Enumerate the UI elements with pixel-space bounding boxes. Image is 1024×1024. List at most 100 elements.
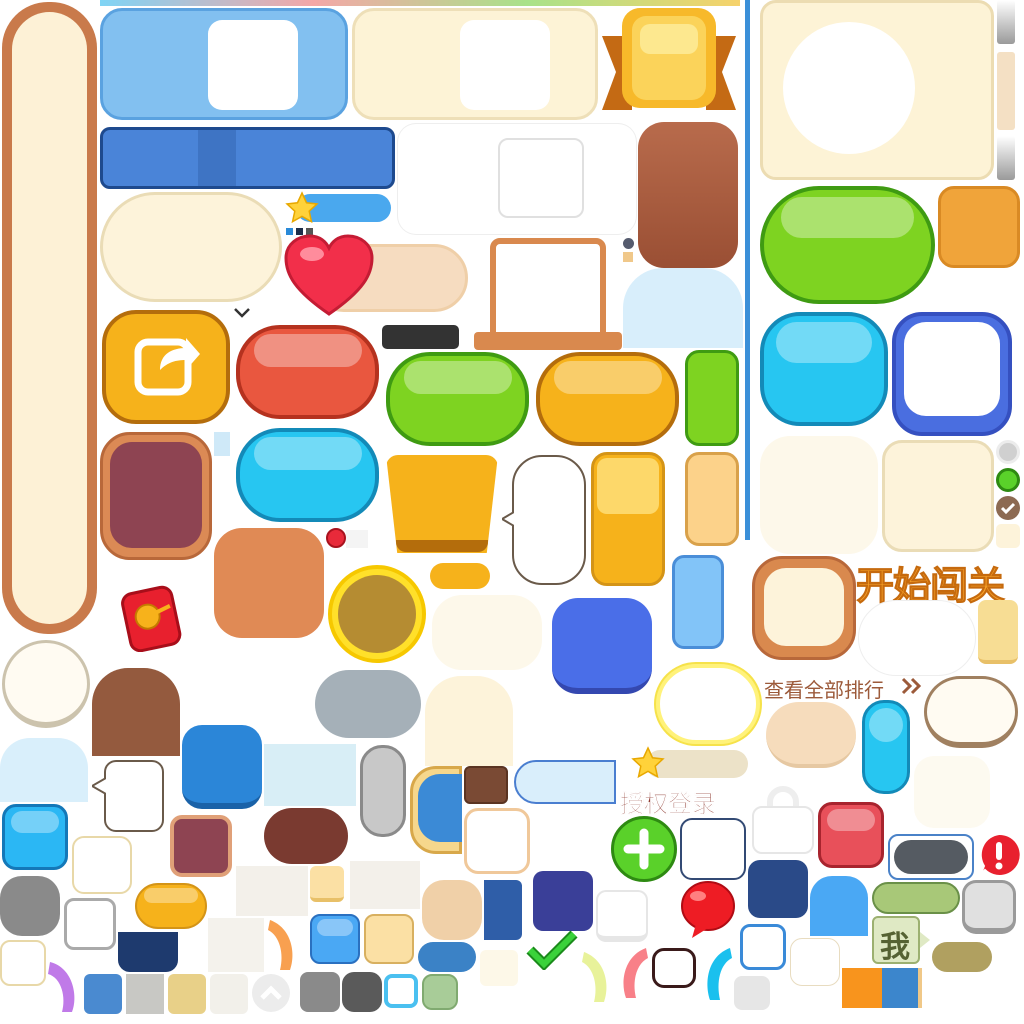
- cream-soft-tab: [760, 436, 878, 554]
- view-all-rankings-link[interactable]: 查看全部排行: [764, 674, 884, 703]
- tiny-tan: [623, 252, 633, 262]
- olive-pill: [872, 882, 960, 914]
- navy-square-button[interactable]: [748, 860, 808, 918]
- cyan-tall-pill[interactable]: [862, 700, 910, 794]
- orange-arc: [266, 918, 298, 972]
- checkmark-icon[interactable]: [996, 496, 1020, 520]
- white-gray-square: [64, 898, 116, 950]
- light-gray-tile: [734, 976, 770, 1010]
- chevron-up-button[interactable]: [252, 974, 290, 1012]
- tan-small-tab[interactable]: [685, 452, 739, 546]
- orange-square-tile[interactable]: [938, 186, 1020, 268]
- red-square-button[interactable]: [818, 802, 884, 868]
- blue-square-swatch: [882, 968, 918, 1008]
- white-panel-3: [208, 918, 264, 972]
- white-small-frame: [498, 138, 584, 218]
- cream-outlined-pill: [924, 676, 1018, 748]
- star-icon-2: [630, 745, 666, 781]
- pink-arc: [614, 946, 650, 1000]
- orange-tall-tab-highlight: [597, 458, 659, 514]
- orange-small-pill: [430, 563, 490, 589]
- beige-panel-2: [350, 861, 420, 909]
- cream-circle-button[interactable]: [2, 640, 90, 728]
- cream-tiny-square: [480, 950, 518, 986]
- olive-brown-pill: [932, 942, 992, 972]
- dark-brown-oval: [264, 808, 348, 864]
- cream-fade-panel: [432, 595, 542, 670]
- chevron-down-icon: [232, 306, 252, 320]
- blue-square-button[interactable]: [182, 725, 262, 809]
- cyan-big-button[interactable]: [760, 312, 888, 426]
- gray-capsule-button[interactable]: [360, 745, 406, 837]
- blue-bar-segment: [198, 130, 236, 186]
- brown-tall-button[interactable]: [638, 122, 738, 268]
- brown-frame: [474, 238, 622, 350]
- cyan-square-button[interactable]: [2, 804, 68, 870]
- cream-frame-window: [460, 20, 550, 110]
- green-radio-icon[interactable]: [996, 468, 1020, 492]
- tiny-dot: [623, 238, 634, 249]
- orange-big-tile[interactable]: [214, 528, 324, 638]
- gray-strip-2: [997, 136, 1015, 180]
- cyan-arc: [698, 946, 734, 1002]
- tan-small-button[interactable]: [364, 914, 414, 964]
- top-stripe-strip: [100, 0, 740, 6]
- cream-arch-panel: [425, 676, 513, 766]
- white-outline-square-2: [752, 806, 814, 854]
- exclamation-icon: [976, 832, 1022, 878]
- green-big-button-gloss: [764, 190, 931, 300]
- red-envelope-icon[interactable]: [118, 584, 184, 653]
- blue-tile-button[interactable]: [552, 598, 652, 694]
- light-blue-flag-bar: [514, 760, 616, 804]
- pale-blue-panel: [264, 744, 356, 806]
- white-oval-panel: [858, 600, 976, 676]
- gray-tile-row-2: [300, 972, 340, 1012]
- orange-cup-tab[interactable]: [386, 455, 498, 553]
- heart-icon: [284, 234, 374, 318]
- speech-bubble-square-tail: [89, 777, 107, 795]
- gray-pill: [315, 670, 421, 738]
- double-chevron-right-icon[interactable]: [900, 676, 922, 696]
- cream-outline-square: [72, 836, 132, 894]
- light-blue-tall-tab[interactable]: [672, 555, 724, 649]
- blue-pill-small: [418, 942, 476, 972]
- plus-button[interactable]: [611, 816, 677, 882]
- cyan-pill-button[interactable]: [236, 428, 379, 522]
- authorize-login-label[interactable]: 授权登录: [620, 784, 717, 819]
- speech-bubble-square: [104, 760, 164, 832]
- light-gray-button[interactable]: [962, 880, 1016, 934]
- brown-tile-inner: [110, 442, 202, 548]
- me-label: 我: [880, 930, 910, 965]
- blue-tile-row-1: [84, 974, 122, 1014]
- tan-edge-tab: [978, 600, 1018, 664]
- red-pill-button[interactable]: [236, 325, 379, 419]
- me-badge-tail: [920, 932, 930, 948]
- orange-capsule[interactable]: [135, 883, 207, 929]
- yellow-arc: [580, 950, 614, 1004]
- white-tile-row-1: [210, 974, 248, 1014]
- navy-arch: [118, 932, 178, 972]
- white-orange-frame: [464, 808, 530, 874]
- brown-small-tile: [464, 766, 508, 804]
- vertical-blue-line: [745, 0, 750, 540]
- cream-soft-tile: [882, 440, 994, 552]
- dark-gray-tile: [342, 972, 382, 1012]
- gold-coin-inner: [338, 575, 416, 653]
- white-soft-tile: [596, 890, 648, 942]
- gray-strip: [997, 0, 1015, 44]
- tan-strip: [997, 52, 1015, 130]
- light-blue-tiny: [214, 432, 230, 456]
- maroon-frame-tile: [170, 815, 232, 877]
- orange-cup-tab-bottom: [396, 540, 488, 552]
- tan-square: [310, 866, 344, 902]
- blue-frame-window: [208, 20, 298, 110]
- green-pill-button[interactable]: [386, 352, 529, 446]
- blue-small-button[interactable]: [310, 914, 360, 964]
- green-small-tab[interactable]: [685, 350, 739, 446]
- light-gray-tiny: [346, 530, 368, 548]
- blue-gold-badge-inner: [418, 774, 462, 842]
- gray-radio-icon[interactable]: [996, 440, 1020, 464]
- blue-frame-tile-inner: [904, 322, 1000, 416]
- light-blue-tab: [623, 268, 743, 348]
- orange-pill-button[interactable]: [536, 352, 679, 446]
